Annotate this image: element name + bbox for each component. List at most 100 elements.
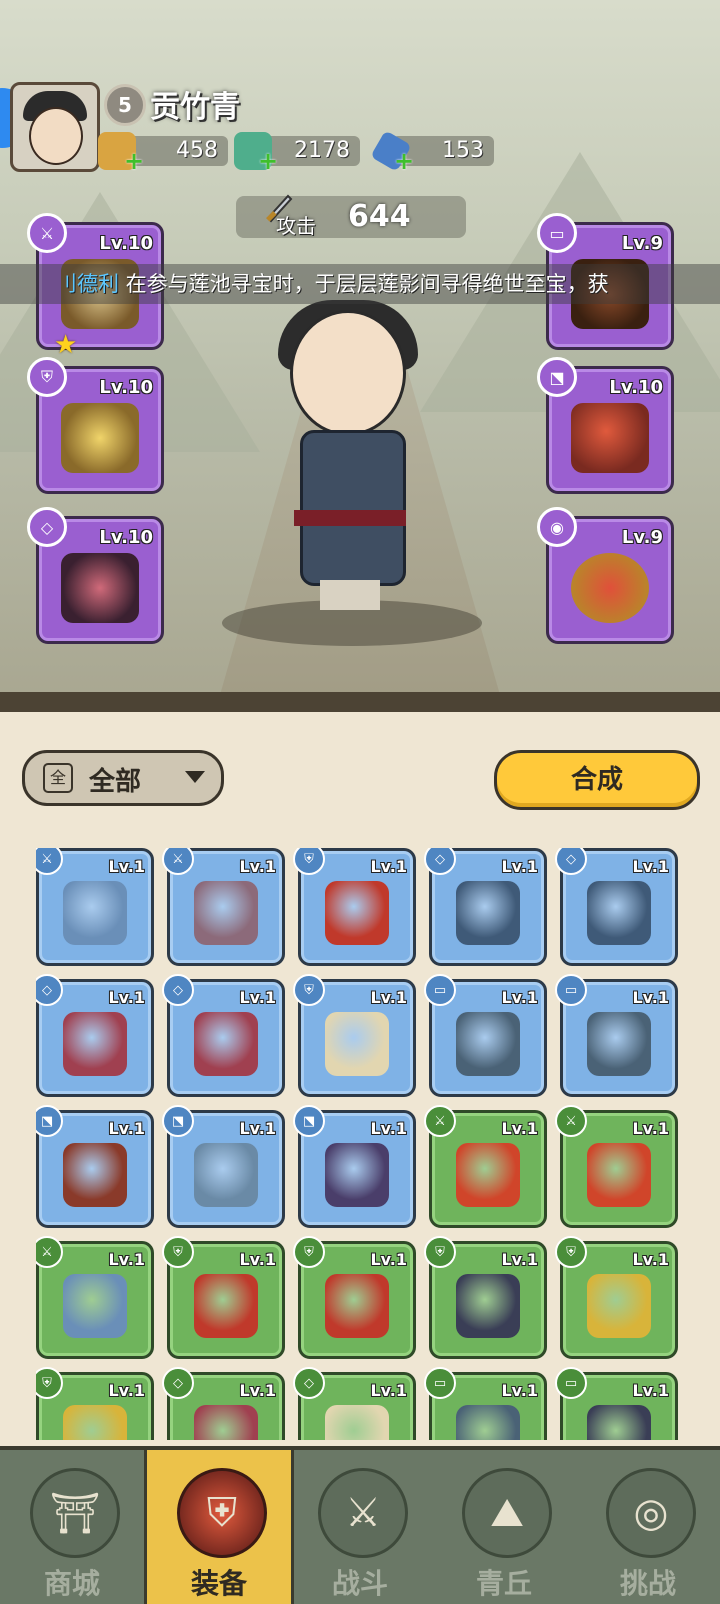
equip-level: Lv.9 (621, 527, 663, 548)
inventory-item-ice-belt[interactable]: ▭ Lv.1 (555, 974, 678, 1097)
player-avatar[interactable] (10, 82, 100, 172)
gold-armor-icon (63, 1405, 127, 1440)
equip-slot-accessory[interactable]: ◉ Lv.9 (537, 507, 674, 644)
ice-bracer-icon (587, 881, 651, 945)
inventory-item-hammer[interactable]: ⚔ Lv.1 (162, 848, 285, 966)
item-level: Lv.1 (108, 857, 145, 876)
ice-belt-icon (456, 1405, 520, 1440)
equip-level: Lv.10 (609, 377, 663, 398)
nav-tab-label: 挑战 (619, 1567, 676, 1600)
inventory-item-bow[interactable]: ⚔ Lv.1 (36, 848, 154, 966)
flame-staff-icon (456, 1143, 520, 1207)
nav-tab-1[interactable]: ⛨ 装备 (144, 1450, 294, 1604)
item-level: Lv.1 (632, 857, 669, 876)
armor-type-icon: ⛨ (36, 1367, 63, 1399)
equip-slot-armor[interactable]: ⛨ Lv.10 (27, 357, 164, 494)
belt-type-icon: ▭ (555, 974, 587, 1006)
nav-tab-4[interactable]: ◎ 挑战 (576, 1450, 720, 1604)
dark-armor-icon (456, 1274, 520, 1338)
inventory-item-red-bracer[interactable]: ◇ Lv.1 (162, 1367, 285, 1440)
inventory-item-ice-belt[interactable]: ▭ Lv.1 (424, 1367, 547, 1440)
item-level: Lv.1 (632, 1250, 669, 1269)
inventory-item-ice-boots[interactable]: ⬔ Lv.1 (162, 1105, 285, 1228)
inventory-item-gold-armor[interactable]: ⛨ Lv.1 (36, 1367, 154, 1440)
item-level: Lv.1 (239, 1381, 276, 1400)
weapon-type-icon: ⚔ (36, 848, 63, 875)
accessory-art (571, 553, 649, 623)
inventory-item-bone-armor[interactable]: ◇ Lv.1 (293, 1367, 416, 1440)
inventory-item-violet-boots[interactable]: ⬔ Lv.1 (293, 1105, 416, 1228)
inventory-item-flame-staff[interactable]: ⚔ Lv.1 (424, 1105, 547, 1228)
weapon-type-icon: ⚔ (36, 1236, 63, 1268)
weapon-type-icon: ⚔ (424, 1105, 456, 1137)
inventory-item-flame-staff[interactable]: ⚔ Lv.1 (555, 1105, 678, 1228)
filter-dropdown[interactable]: 全 全部 (22, 750, 224, 806)
inventory-item-gold-armor[interactable]: ⛨ Lv.1 (555, 1236, 678, 1359)
inventory-item-red-helm[interactable]: ⛨ Lv.1 (162, 1236, 285, 1359)
add-crystal-icon[interactable]: + (394, 149, 414, 173)
nav-tab-2[interactable]: ⚔ 战斗 (288, 1450, 432, 1604)
red-bracer-icon (194, 1012, 258, 1076)
item-level: Lv.1 (501, 988, 538, 1007)
synthesize-button[interactable]: 合成 (494, 750, 700, 810)
gold-armor-icon (587, 1274, 651, 1338)
armor-type-icon: ⛨ (424, 1236, 456, 1268)
add-jade-icon[interactable]: + (258, 149, 278, 173)
item-level: Lv.1 (370, 988, 407, 1007)
item-level: Lv.1 (370, 857, 407, 876)
inventory-item-red-bracer[interactable]: ◇ Lv.1 (162, 974, 285, 1097)
boots-art (571, 403, 649, 473)
inventory-item-red-bracer[interactable]: ◇ Lv.1 (36, 974, 154, 1097)
inventory-item-ice-bracer[interactable]: ◇ Lv.1 (555, 848, 678, 966)
star-icon: ★ (54, 330, 78, 360)
inventory-item-ice-belt[interactable]: ▭ Lv.1 (424, 974, 547, 1097)
item-level: Lv.1 (370, 1250, 407, 1269)
nav-tab-label: 战斗 (331, 1567, 388, 1600)
equipment-helmet-icon: ⛨ (177, 1468, 267, 1558)
weapon-type-icon: ⚔ (162, 848, 194, 875)
inventory-item-bone-armor[interactable]: ⛨ Lv.1 (293, 974, 416, 1097)
armor-type-icon: ⛨ (293, 1236, 325, 1268)
bracer-type-icon: ◇ (27, 507, 67, 547)
inventory-item-red-helm[interactable]: ⛨ Lv.1 (293, 848, 416, 966)
item-level: Lv.1 (501, 1119, 538, 1138)
crossed-swords-icon: ⚔ (318, 1468, 408, 1558)
red-boots-icon (63, 1143, 127, 1207)
add-gold-icon[interactable]: + (124, 149, 144, 173)
inventory-item-ice-bracer[interactable]: ◇ Lv.1 (424, 848, 547, 966)
scene-floor (0, 692, 720, 712)
inventory-item-red-helm[interactable]: ⛨ Lv.1 (293, 1236, 416, 1359)
boots-type-icon: ⬔ (36, 1105, 63, 1137)
item-level: Lv.1 (632, 1381, 669, 1400)
inventory-item-dark-belt[interactable]: ▭ Lv.1 (555, 1367, 678, 1440)
armor-art (61, 403, 139, 473)
ice-belt-icon (456, 1012, 520, 1076)
ice-bracer-icon (456, 881, 520, 945)
item-level: Lv.1 (632, 1119, 669, 1138)
nav-tab-0[interactable]: ⛩ 商城 (0, 1450, 144, 1604)
nav-tab-3[interactable]: ⛰ 青丘 (432, 1450, 576, 1604)
equip-slot-bracer[interactable]: ◇ Lv.10 (27, 507, 164, 644)
red-helm-icon (325, 1274, 389, 1338)
inventory-item-dark-armor[interactable]: ⛨ Lv.1 (424, 1236, 547, 1359)
boots-type-icon: ⬔ (162, 1105, 194, 1137)
item-level: Lv.1 (108, 1119, 145, 1138)
equip-slot-boots[interactable]: ⬔ Lv.10 (537, 357, 674, 494)
belt-type-icon: ▭ (424, 974, 456, 1006)
inventory-item-bow[interactable]: ⚔ Lv.1 (36, 1236, 154, 1359)
inventory-item-red-boots[interactable]: ⬔ Lv.1 (36, 1105, 154, 1228)
red-helm-icon (194, 1274, 258, 1338)
ice-belt-icon (587, 1012, 651, 1076)
bracer-art (61, 553, 139, 623)
equip-level: Lv.10 (99, 233, 153, 254)
bone-armor-icon (325, 1405, 389, 1440)
bracer-type-icon: ◇ (36, 974, 63, 1006)
red-helm-icon (325, 881, 389, 945)
bow-icon (63, 1274, 127, 1338)
broadcast-ticker: 刂德利 在参与莲池寻宝时，于层层莲影间寻得绝世至宝，获 (0, 264, 720, 304)
item-level: Lv.1 (632, 988, 669, 1007)
item-level: Lv.1 (239, 988, 276, 1007)
hero-character[interactable] (250, 300, 450, 630)
filter-label: 全部 (89, 767, 142, 797)
item-level: Lv.1 (501, 1250, 538, 1269)
